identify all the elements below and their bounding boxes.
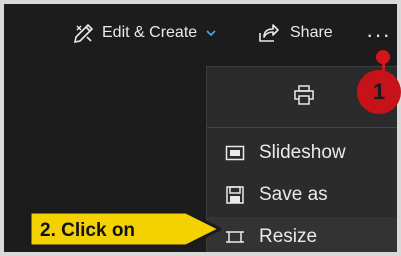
step-2-label: 2. Click on (40, 220, 136, 241)
toolbar: Edit & Create Share ··· (4, 4, 397, 62)
share-button[interactable]: Share (256, 18, 333, 48)
print-icon (293, 85, 314, 105)
more-options-button[interactable]: ··· (366, 20, 391, 50)
step-1-label: 1 (372, 79, 386, 104)
more-options-label: ··· (366, 22, 391, 47)
menu-item-label: Resize (259, 226, 318, 247)
save-icon (226, 186, 244, 204)
menu-item-save-as[interactable]: Save as (207, 175, 397, 215)
resize-icon (226, 231, 244, 243)
menu-divider (207, 127, 397, 128)
share-icon (259, 24, 279, 42)
menu-item-resize[interactable]: Resize (207, 217, 397, 252)
edit-create-button[interactable]: Edit & Create (72, 18, 217, 48)
slideshow-icon (225, 145, 245, 161)
menu-item-slideshow[interactable]: Slideshow (207, 133, 397, 173)
edit-create-icon (73, 23, 94, 44)
share-label: Share (290, 24, 333, 41)
step-2-callout: 2. Click on (26, 208, 224, 250)
step-1-marker: 1 (357, 70, 401, 114)
menu-item-label: Slideshow (259, 142, 346, 163)
chevron-down-icon (206, 30, 216, 37)
edit-create-label: Edit & Create (102, 24, 198, 41)
menu-item-label: Save as (259, 184, 328, 205)
step-1-pointer-dot (376, 50, 390, 64)
